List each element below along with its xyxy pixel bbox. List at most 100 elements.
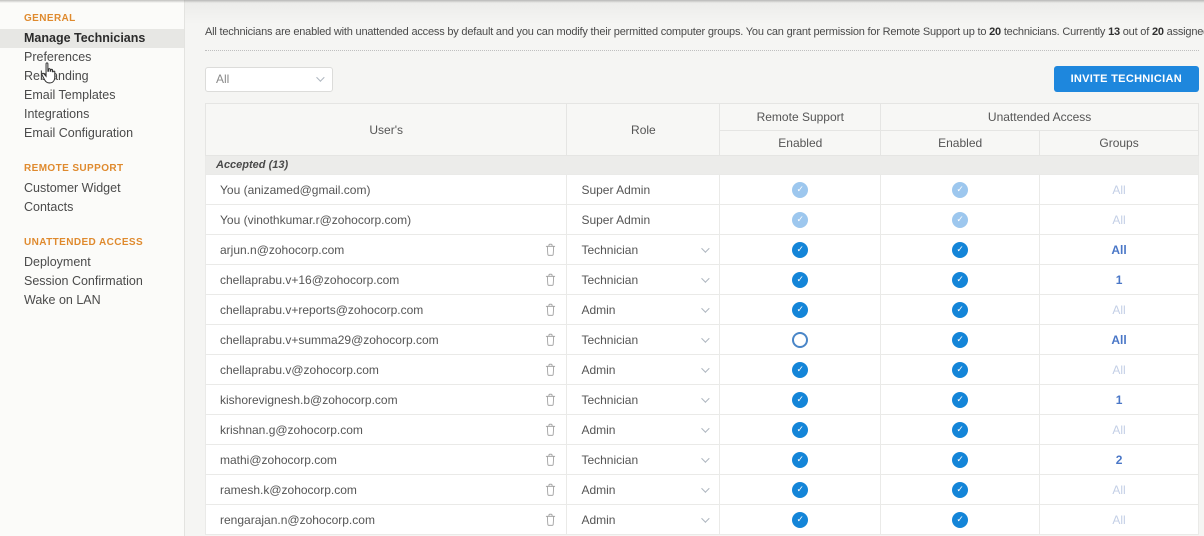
groups-link[interactable]: 1	[1116, 273, 1123, 287]
filter-selected-value: All	[216, 72, 230, 86]
user-email: chellaprabu.v+summa29@zohocorp.com	[220, 332, 439, 347]
column-header-unattended-access: Unattended Access	[880, 103, 1199, 131]
table-row: You (anizamed@gmail.com) Super Admin All	[204, 174, 1199, 205]
role-value: Technician	[581, 242, 639, 257]
unattended-access-toggle[interactable]	[952, 271, 969, 288]
role-value: Admin	[581, 512, 616, 527]
delete-technician-icon[interactable]	[545, 423, 556, 436]
remote-support-toggle[interactable]	[792, 211, 809, 228]
role-value: Admin	[581, 302, 616, 317]
groups-link[interactable]: All	[1111, 333, 1126, 347]
sidebar-item-email-templates[interactable]: Email Templates	[0, 86, 184, 105]
groups-link[interactable]: 2	[1116, 453, 1123, 467]
delete-technician-icon[interactable]	[545, 393, 556, 406]
sidebar-item-customer-widget[interactable]: Customer Widget	[0, 179, 184, 198]
table-row: chellaprabu.v+16@zohocorp.com Technician…	[204, 264, 1199, 295]
sidebar-item-wake-on-lan[interactable]: Wake on LAN	[0, 291, 184, 310]
accepted-group-label: Accepted (13)	[205, 155, 1199, 175]
user-email: You (anizamed@gmail.com)	[220, 182, 371, 197]
remote-support-toggle[interactable]	[792, 451, 809, 468]
remote-support-toggle[interactable]	[792, 421, 809, 438]
delete-technician-icon[interactable]	[545, 453, 556, 466]
remote-support-toggle[interactable]	[792, 331, 809, 348]
delete-technician-icon[interactable]	[545, 363, 556, 376]
unattended-access-toggle[interactable]	[952, 211, 969, 228]
sidebar-item-integrations[interactable]: Integrations	[0, 105, 184, 124]
delete-technician-icon[interactable]	[545, 243, 556, 256]
chevron-down-icon	[701, 423, 711, 433]
unattended-access-toggle[interactable]	[952, 421, 969, 438]
unattended-access-toggle[interactable]	[952, 301, 969, 318]
sidebar-item-manage-technicians[interactable]: Manage Technicians	[0, 29, 184, 48]
sidebar-item-rebranding[interactable]: Rebranding	[0, 67, 184, 86]
chevron-down-icon	[701, 453, 711, 463]
assigned-count: 13	[1108, 26, 1120, 38]
remote-support-toggle[interactable]	[792, 271, 809, 288]
delete-technician-icon[interactable]	[545, 303, 556, 316]
chevron-down-icon	[701, 333, 711, 343]
chevron-down-icon	[701, 363, 711, 373]
sidebar-item-session-confirmation[interactable]: Session Confirmation	[0, 272, 184, 291]
sidebar-section-unattended-access: UNATTENDED ACCESS	[24, 237, 144, 248]
unattended-access-toggle[interactable]	[952, 481, 969, 498]
delete-technician-icon[interactable]	[545, 513, 556, 526]
unattended-access-toggle[interactable]	[952, 241, 969, 258]
groups-link[interactable]: All	[1112, 183, 1125, 197]
groups-link[interactable]: All	[1112, 513, 1125, 527]
unattended-access-toggle[interactable]	[952, 361, 969, 378]
remote-support-toggle[interactable]	[792, 301, 809, 318]
role-value: Admin	[581, 422, 616, 437]
groups-link[interactable]: 1	[1116, 393, 1123, 407]
delete-technician-icon[interactable]	[545, 333, 556, 346]
remote-support-toggle[interactable]	[792, 481, 809, 498]
role-value: Super Admin	[581, 182, 651, 197]
groups-link[interactable]: All	[1111, 243, 1126, 257]
unattended-access-toggle[interactable]	[952, 451, 969, 468]
unattended-access-toggle[interactable]	[952, 511, 969, 528]
remote-support-toggle[interactable]	[792, 361, 809, 378]
role-value: Technician	[581, 332, 639, 347]
groups-link[interactable]: All	[1112, 363, 1125, 377]
remote-support-toggle[interactable]	[792, 391, 809, 408]
sidebar-item-email-configuration[interactable]: Email Configuration	[0, 124, 184, 143]
technician-filter-dropdown[interactable]: All	[205, 66, 333, 92]
chevron-down-icon	[316, 73, 325, 82]
groups-link[interactable]: All	[1112, 213, 1125, 227]
groups-link[interactable]: All	[1112, 303, 1125, 317]
unattended-access-toggle[interactable]	[952, 181, 969, 198]
max-technicians-count: 20	[989, 26, 1001, 38]
user-email: chellaprabu.v@zohocorp.com	[220, 362, 379, 377]
chevron-down-icon	[701, 513, 711, 523]
user-email: chellaprabu.v+16@zohocorp.com	[220, 272, 400, 287]
groups-link[interactable]: All	[1112, 423, 1125, 437]
accepted-group-row: Accepted (13)	[205, 155, 1199, 175]
table-row: You (vinothkumar.r@zohocorp.com) Super A…	[204, 204, 1199, 235]
invite-technician-button[interactable]: INVITE TECHNICIAN	[1053, 66, 1199, 92]
settings-sidebar: GENERAL Manage Technicians Preferences R…	[0, 0, 185, 536]
unattended-access-toggle[interactable]	[952, 331, 969, 348]
sidebar-section-general: GENERAL	[24, 13, 76, 24]
remote-support-toggle[interactable]	[792, 181, 809, 198]
sidebar-item-preferences[interactable]: Preferences	[0, 48, 184, 67]
delete-technician-icon[interactable]	[545, 273, 556, 286]
groups-link[interactable]: All	[1112, 483, 1125, 497]
column-header-rs-enabled: Enabled	[719, 130, 882, 156]
role-value: Technician	[581, 392, 639, 407]
sidebar-item-deployment[interactable]: Deployment	[0, 253, 184, 272]
sidebar-item-contacts[interactable]: Contacts	[0, 198, 184, 217]
column-header-remote-support: Remote Support	[719, 103, 882, 131]
chevron-down-icon	[701, 273, 711, 283]
dotted-separator	[205, 50, 1199, 51]
chevron-down-icon	[701, 483, 711, 493]
role-value: Admin	[581, 362, 616, 377]
toolbar: All INVITE TECHNICIAN	[205, 66, 1199, 92]
remote-support-toggle[interactable]	[792, 511, 809, 528]
manage-technicians-page: GENERAL Manage Technicians Preferences R…	[0, 0, 1204, 536]
unattended-access-toggle[interactable]	[952, 391, 969, 408]
delete-technician-icon[interactable]	[545, 483, 556, 496]
chevron-down-icon	[701, 303, 711, 313]
table-row: chellaprabu.v+reports@zohocorp.com Admin…	[204, 294, 1199, 325]
column-header-users: User's	[204, 103, 568, 156]
remote-support-toggle[interactable]	[792, 241, 809, 258]
total-count: 20	[1151, 26, 1164, 38]
